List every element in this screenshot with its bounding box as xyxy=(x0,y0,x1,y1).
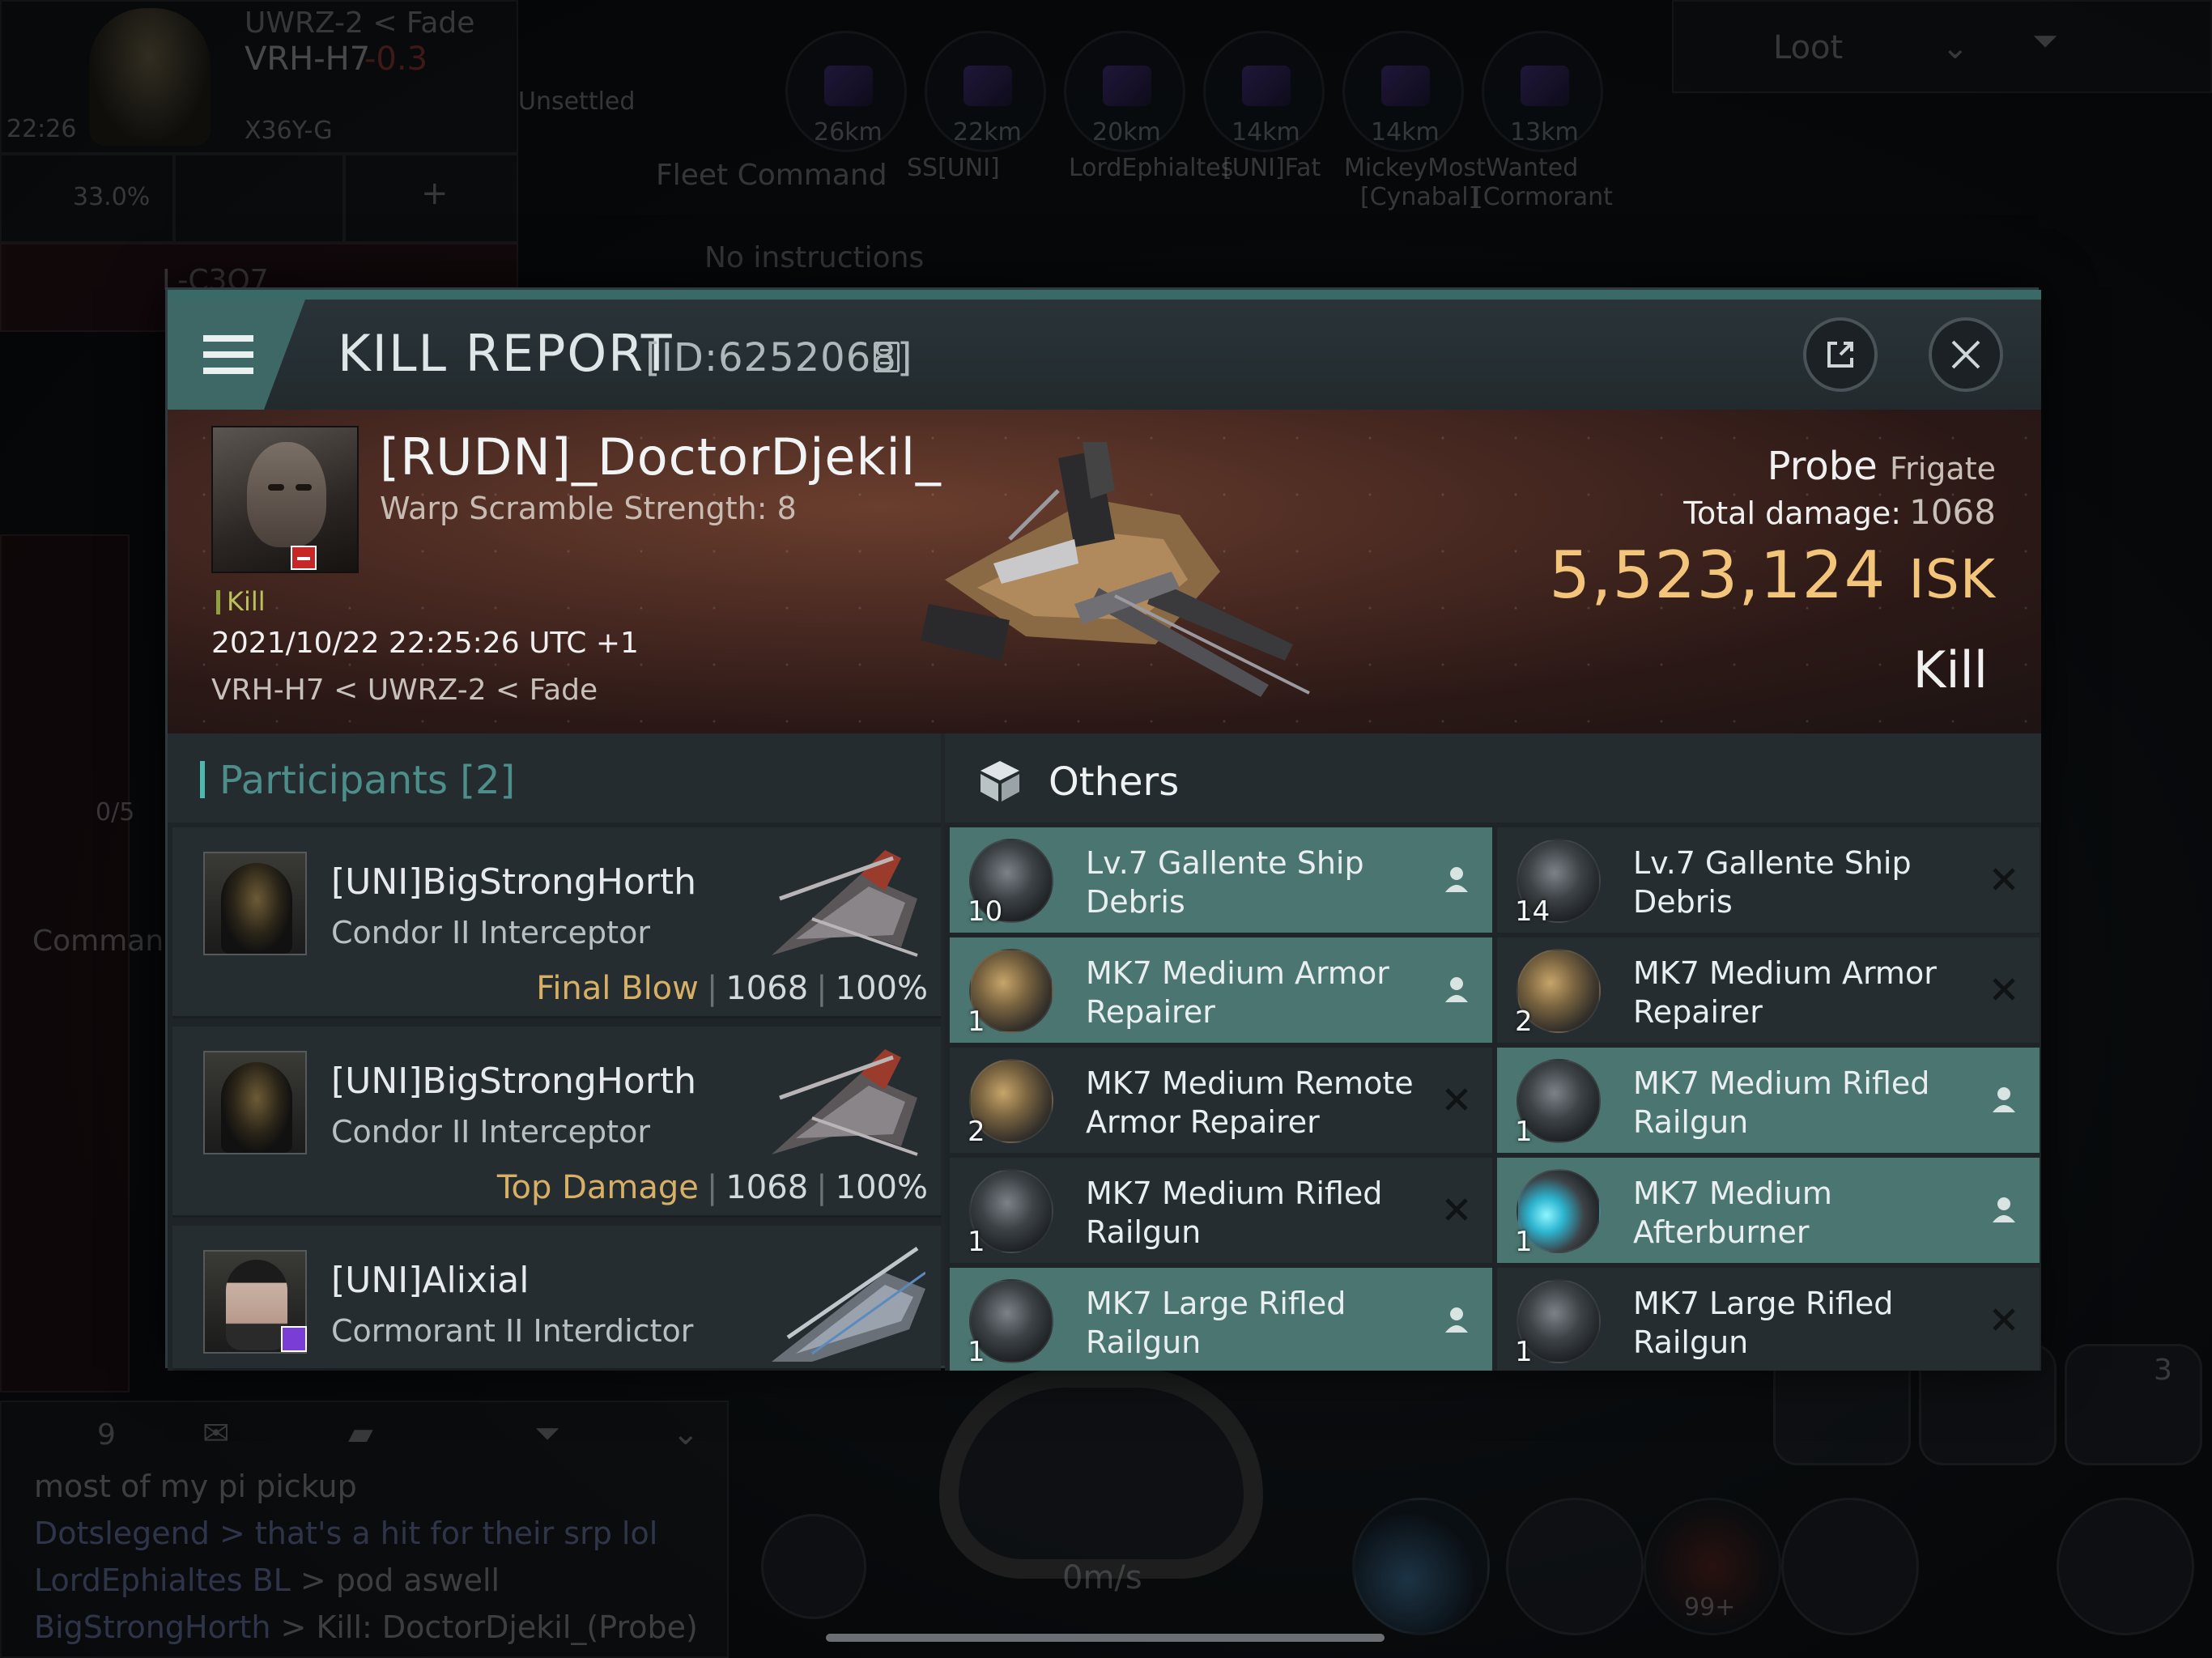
participant-avatar[interactable] xyxy=(203,852,307,955)
kill-date: 2021/10/22 22:25:26 UTC +1 xyxy=(211,627,639,660)
portrait-face xyxy=(247,442,326,547)
kill-location: VRH-H7 < UWRZ-2 < Fade xyxy=(211,674,598,707)
participant-stats: Top Damage | 1068 | 100% xyxy=(496,1169,928,1206)
item-quantity: 1 xyxy=(1515,1116,1533,1148)
participant-name: [UNI]BigStrongHorth xyxy=(331,861,697,903)
item-quantity: 1 xyxy=(1515,1226,1533,1258)
participant-ship-image xyxy=(772,1246,925,1362)
destroyed-x-icon xyxy=(1445,1198,1468,1221)
item-quantity: 2 xyxy=(968,1116,985,1148)
ship-hull xyxy=(921,442,1310,697)
loot-item[interactable]: 14 Lv.7 Gallente Ship Debris xyxy=(1497,827,2040,933)
hamburger-icon xyxy=(203,335,253,374)
cube-icon xyxy=(981,761,1019,801)
participant-row[interactable]: [UNI]BigStrongHorth Condor II Intercepto… xyxy=(172,1027,941,1218)
participants-header: Participants [2] xyxy=(168,733,941,823)
participant-avatar[interactable] xyxy=(203,1051,307,1154)
loot-item[interactable]: 1 MK7 Medium Rifled Railgun xyxy=(1497,1048,2040,1153)
loot-item[interactable]: 10 Lv.7 Gallente Ship Debris xyxy=(950,827,1492,933)
dialog-accent-bar xyxy=(168,290,2041,300)
victim-portrait[interactable] xyxy=(211,426,359,573)
others-header: Others xyxy=(945,733,2041,823)
dropped-person-icon xyxy=(1445,977,1468,1002)
item-quantity: 1 xyxy=(968,1336,985,1368)
result-label: Kill xyxy=(1912,640,1988,699)
victim-ship[interactable]: Probe Frigate xyxy=(1767,444,1996,489)
participant-name: [UNI]Alixial xyxy=(331,1260,530,1301)
dropped-person-icon xyxy=(1445,867,1468,892)
participant-name: [UNI]BigStrongHorth xyxy=(331,1061,697,1102)
close-icon xyxy=(1951,340,1980,369)
item-quantity: 10 xyxy=(968,895,1003,928)
dialog-header: KILL REPORT [ID:6252068] xyxy=(168,300,2041,410)
corp-badge xyxy=(281,1326,307,1352)
item-name: Lv.7 Gallente Ship Debris xyxy=(1633,845,1912,920)
participant-ship-image xyxy=(772,850,918,957)
report-id: [ID:6252068] xyxy=(645,335,913,380)
item-quantity: 1 xyxy=(968,1005,985,1038)
victim-name[interactable]: [RUDN]_DoctorDjekil_ xyxy=(380,427,942,487)
item-name: MK7 Medium Remote Armor Repairer xyxy=(1086,1065,1414,1140)
item-name: MK7 Large Rifled Railgun xyxy=(1633,1286,1894,1360)
dialog-title: KILL REPORT xyxy=(338,324,674,383)
loot-item[interactable]: 1 MK7 Large Rifled Railgun xyxy=(950,1268,1492,1371)
participant-ship: Condor II Interceptor xyxy=(331,1114,650,1150)
participants-title: Participants [2] xyxy=(200,758,515,803)
destroyed-x-icon xyxy=(1993,978,2015,1001)
warp-scramble-strength: Warp Scramble Strength: 8 xyxy=(380,491,797,526)
item-name: MK7 Medium Rifled Railgun xyxy=(1633,1065,1930,1140)
home-indicator[interactable] xyxy=(826,1634,1385,1642)
victim-banner: [RUDN]_DoctorDjekil_ Warp Scramble Stren… xyxy=(168,410,2041,733)
participant-row[interactable]: [UNI]Alixial Cormorant II Interdictor xyxy=(172,1226,941,1371)
item-name: MK7 Medium Armor Repairer xyxy=(1086,955,1389,1030)
kill-tag: Kill xyxy=(216,586,266,617)
total-damage: Total damage: 1068 xyxy=(1683,492,1996,532)
item-name: MK7 Medium Rifled Railgun xyxy=(1086,1175,1383,1250)
dropped-person-icon xyxy=(1445,1307,1468,1333)
loot-item[interactable]: 1 MK7 Medium Armor Repairer xyxy=(950,937,1492,1043)
item-name: MK7 Medium Afterburner xyxy=(1633,1175,1832,1250)
dropped-person-icon xyxy=(1993,1197,2015,1222)
participants-panel: Participants [2] [UNI]BigStrongHorth Con… xyxy=(168,733,941,1371)
isk-value: 5,523,124 ISK xyxy=(1549,538,1996,613)
close-button[interactable] xyxy=(1929,317,2003,392)
item-quantity: 2 xyxy=(1515,1005,1533,1038)
security-badge xyxy=(291,546,317,570)
participant-ship: Condor II Interceptor xyxy=(331,915,650,950)
share-button[interactable] xyxy=(1803,317,1878,392)
loot-item[interactable]: 2 MK7 Medium Remote Armor Repairer xyxy=(950,1048,1492,1153)
kill-report-dialog: KILL REPORT [ID:6252068] [RUDN]_DoctorDj… xyxy=(165,287,2041,1371)
loot-item[interactable]: 2 MK7 Medium Armor Repairer xyxy=(1497,937,2040,1043)
item-quantity: 1 xyxy=(968,1226,985,1258)
participant-stats: Final Blow | 1068 | 100% xyxy=(536,970,928,1007)
menu-button[interactable] xyxy=(168,300,305,410)
item-quantity: 14 xyxy=(1515,895,1551,928)
participant-row[interactable]: [UNI]BigStrongHorth Condor II Intercepto… xyxy=(172,827,941,1018)
dropped-person-icon xyxy=(1993,1087,2015,1112)
victim-ship-image[interactable] xyxy=(912,442,1317,701)
portrait-eye xyxy=(296,484,312,491)
copy-icon[interactable] xyxy=(874,342,900,372)
share-icon xyxy=(1827,342,1853,368)
loot-item[interactable]: 1 MK7 Medium Rifled Railgun xyxy=(950,1158,1492,1263)
destroyed-x-icon xyxy=(1993,868,2015,891)
participant-ship: Cormorant II Interdictor xyxy=(331,1313,694,1349)
others-panel: Others 10 Lv.7 Gallente Ship Debris 14 L… xyxy=(945,733,2041,1371)
item-name: MK7 Large Rifled Railgun xyxy=(1086,1286,1346,1360)
portrait-eye xyxy=(268,484,284,491)
loot-item[interactable]: 1 MK7 Large Rifled Railgun xyxy=(1497,1268,2040,1371)
destroyed-x-icon xyxy=(1445,1088,1468,1111)
destroyed-x-icon xyxy=(1993,1308,2015,1331)
loot-item[interactable]: 1 MK7 Medium Afterburner xyxy=(1497,1158,2040,1263)
item-quantity: 1 xyxy=(1515,1336,1533,1368)
participant-ship-image xyxy=(772,1049,918,1156)
item-name: MK7 Medium Armor Repairer xyxy=(1633,955,1937,1030)
item-name: Lv.7 Gallente Ship Debris xyxy=(1086,845,1364,920)
others-title: Others xyxy=(1049,759,1180,805)
